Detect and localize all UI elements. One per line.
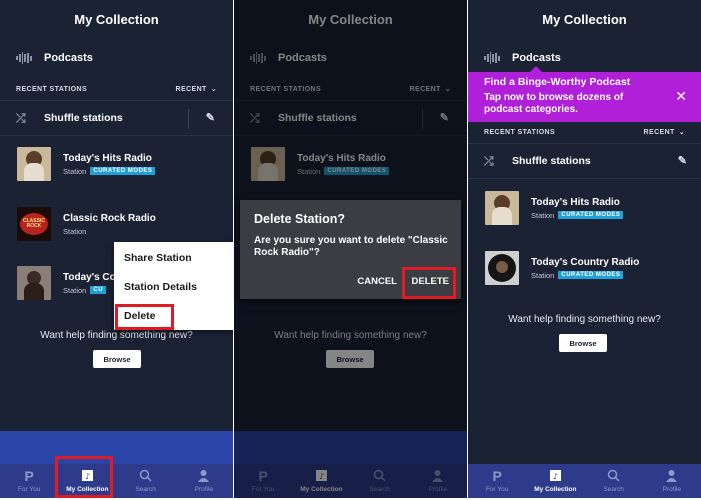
highlight-delete-menu bbox=[115, 304, 174, 330]
station-art: CLASSIC ROCK bbox=[17, 207, 51, 241]
podcasts-label: Podcasts bbox=[44, 52, 93, 64]
station-item[interactable]: Today's Country Radio Station CURATED MOD… bbox=[468, 242, 701, 294]
nav-search[interactable]: Search bbox=[585, 464, 643, 498]
close-icon[interactable]: ✕ bbox=[675, 88, 687, 105]
cancel-button[interactable]: CANCEL bbox=[357, 276, 397, 287]
station-art bbox=[17, 266, 51, 300]
edit-pencil-icon[interactable]: ✎ bbox=[678, 154, 687, 167]
shuffle-stations-row[interactable]: ⤮ Shuffle stations ✎ bbox=[468, 143, 701, 179]
promo-subtitle: Tap now to browse dozens of podcast cate… bbox=[484, 92, 624, 115]
sort-dropdown[interactable]: RECENT ⌄ bbox=[176, 85, 217, 94]
page-title: My Collection bbox=[542, 11, 627, 27]
search-icon bbox=[139, 469, 152, 484]
profile-icon bbox=[197, 469, 210, 484]
menu-share-station[interactable]: Share Station bbox=[124, 252, 192, 264]
pandora-p-icon: P bbox=[492, 468, 502, 484]
profile-icon bbox=[665, 469, 678, 484]
collection-icon: ♪ bbox=[549, 469, 562, 484]
podcasts-row[interactable]: Podcasts bbox=[0, 42, 233, 74]
nav-for-you[interactable]: P For You bbox=[468, 464, 526, 498]
podcasts-row[interactable]: Podcasts bbox=[468, 42, 701, 74]
station-item[interactable]: Today's Hits Radio Station CURATED MODES bbox=[468, 182, 701, 234]
menu-station-details[interactable]: Station Details bbox=[124, 281, 197, 293]
screen-after-delete: My Collection Podcasts Find a Binge-Wort… bbox=[468, 0, 701, 498]
browse-button[interactable]: Browse bbox=[559, 334, 607, 352]
station-art bbox=[485, 251, 519, 285]
highlight-my-collection bbox=[55, 456, 113, 498]
dialog-title: Delete Station? bbox=[254, 212, 345, 226]
nav-profile[interactable]: Profile bbox=[643, 464, 701, 498]
dialog-body: Are you sure you want to delete "Classic… bbox=[254, 235, 448, 258]
pandora-p-icon: P bbox=[24, 468, 34, 484]
podcast-promo-banner[interactable]: Find a Binge-Worthy Podcast Tap now to b… bbox=[468, 66, 701, 122]
curated-modes-badge: CURATED MODES bbox=[90, 167, 156, 175]
recent-stations-label: RECENT STATIONS bbox=[16, 85, 88, 93]
svg-text:♪: ♪ bbox=[553, 472, 558, 481]
recent-stations-header: RECENT STATIONS RECENT ⌄ bbox=[0, 80, 233, 98]
browse-button[interactable]: Browse bbox=[93, 350, 141, 368]
nav-search[interactable]: Search bbox=[117, 464, 175, 498]
edit-pencil-icon[interactable]: ✎ bbox=[206, 111, 215, 124]
screen-context-menu: My Collection Podcasts RECENT STATIONS R… bbox=[0, 0, 233, 498]
recent-stations-header: RECENT STATIONS RECENT ⌄ bbox=[484, 128, 685, 137]
search-icon bbox=[607, 469, 620, 484]
podcast-wave-icon bbox=[484, 51, 500, 65]
shuffle-icon: ⤮ bbox=[16, 110, 26, 125]
page-title: My Collection bbox=[74, 11, 159, 27]
sort-dropdown[interactable]: RECENT ⌄ bbox=[644, 128, 685, 137]
shuffle-icon: ⤮ bbox=[484, 153, 494, 168]
podcast-wave-icon bbox=[16, 51, 32, 65]
station-art bbox=[17, 147, 51, 181]
nav-for-you[interactable]: P For You bbox=[0, 464, 58, 498]
station-art bbox=[485, 191, 519, 225]
chevron-down-icon: ⌄ bbox=[678, 129, 685, 136]
station-item[interactable]: Today's Hits Radio Station CURATED MODES bbox=[0, 138, 233, 190]
bottom-nav: P For You ♪ My Collection Search Profile bbox=[468, 464, 701, 498]
highlight-delete-button bbox=[402, 267, 456, 299]
chevron-down-icon: ⌄ bbox=[210, 86, 217, 93]
help-text: Want help finding something new? bbox=[40, 330, 193, 341]
nav-profile[interactable]: Profile bbox=[175, 464, 233, 498]
shuffle-stations-row[interactable]: ⤮ Shuffle stations ✎ bbox=[0, 100, 233, 136]
shuffle-label: Shuffle stations bbox=[44, 112, 123, 124]
nav-my-collection[interactable]: ♪ My Collection bbox=[526, 464, 584, 498]
help-text: Want help finding something new? bbox=[508, 314, 661, 325]
bottom-nav: P For You ♪ My Collection Search Profile bbox=[0, 464, 233, 498]
promo-title: Find a Binge-Worthy Podcast bbox=[484, 76, 631, 88]
